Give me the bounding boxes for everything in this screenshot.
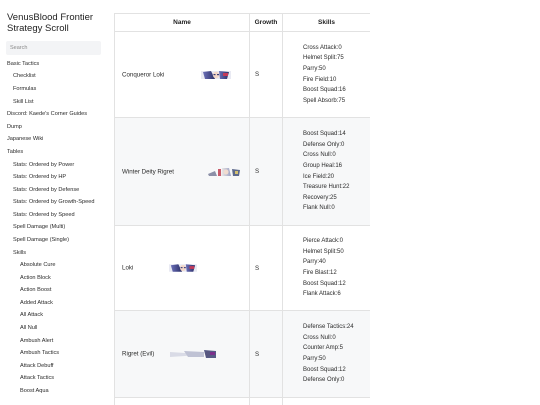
skill-entry: Treasure Hunt:22 <box>303 184 350 191</box>
skill-entry: Boost Squad:12 <box>303 366 346 373</box>
sidebar-item[interactable]: Japanese Wiki <box>0 133 108 146</box>
unit-name-cell: Rigret (Evil) <box>114 310 250 398</box>
skill-entry: Parry:50 <box>303 65 326 72</box>
skills-cell: Boost Squad:14 Defense Only:0 Cross Null:0… <box>282 117 370 226</box>
sidebar: VenusBlood Frontier Strategy Scroll Basi… <box>0 0 108 405</box>
skill-entry: Counter Amp:5 <box>303 345 344 352</box>
skill-entry: Cross Null:0 <box>303 152 336 159</box>
sidebar-item[interactable]: Attack Debuff <box>0 360 108 373</box>
table-row <box>114 397 370 405</box>
skill-entry: Fire Field:10 <box>303 76 337 83</box>
unit-name[interactable]: Conqueror Loki <box>122 71 164 78</box>
sidebar-item[interactable]: Stats: Ordered by Power <box>0 159 108 172</box>
sidebar-item[interactable]: Spell Damage (Single) <box>0 234 108 247</box>
skill-entry: Helmet Split:50 <box>303 248 344 255</box>
table-cell <box>114 397 250 405</box>
sidebar-item[interactable]: Attack Tactics <box>0 372 108 385</box>
sidebar-item[interactable]: All Attack <box>0 310 108 323</box>
sidebar-item[interactable]: Basic Tactics <box>0 58 108 71</box>
sidebar-item[interactable]: Stats: Ordered by HP <box>0 171 108 184</box>
column-header-growth[interactable]: Growth <box>249 13 283 32</box>
growth-cell: S <box>249 225 283 311</box>
skill-entry: Cross Null:0 <box>303 334 336 341</box>
sidebar-item[interactable]: All Null <box>0 322 108 335</box>
skill-entry: Boost Squad:16 <box>303 87 346 94</box>
table-row: Rigret (Evil) S Defense Tactics:24 Cross Nu… <box>114 310 370 398</box>
rigret-evil-sprite <box>170 349 218 359</box>
sidebar-item[interactable]: Absolute Cure <box>0 259 108 272</box>
sidebar-item[interactable]: Action Block <box>0 272 108 285</box>
sidebar-nav: Basic Tactics Checklist Formulas Skill List… <box>0 58 108 398</box>
sidebar-item[interactable]: Spell Damage (Multi) <box>0 222 108 235</box>
unit-name[interactable]: Rigret (Evil) <box>122 351 154 358</box>
winter-deity-rigret-sprite <box>207 167 241 177</box>
skill-entry: Defense Only:0 <box>303 141 345 148</box>
sidebar-item[interactable]: Added Attack <box>0 297 108 310</box>
skill-entry: Cross Attack:0 <box>303 44 342 51</box>
site-title[interactable]: VenusBlood Frontier Strategy Scroll <box>7 12 107 34</box>
unit-name[interactable]: Loki <box>122 265 133 272</box>
sidebar-item[interactable]: Formulas <box>0 83 108 96</box>
sidebar-item[interactable]: Boost Aqua <box>0 385 108 398</box>
skill-entry: Spell Absorb:75 <box>303 97 346 104</box>
table-body: Conqueror Loki S Cross Attack:0 Helmet Spli… <box>114 31 370 405</box>
sidebar-item[interactable]: Stats: Ordered by Growth-Speed <box>0 196 108 209</box>
skill-entry: Pierce Attack:0 <box>303 238 344 245</box>
skills-cell: Cross Attack:0 Helmet Split:75 Parry:50 Fir… <box>282 31 370 118</box>
column-header-name[interactable]: Name <box>114 13 250 32</box>
sidebar-item[interactable]: Ambush Alert <box>0 335 108 348</box>
growth-cell: S <box>249 310 283 398</box>
skill-entry: Flank Null:0 <box>303 205 335 212</box>
sidebar-item[interactable]: Checklist <box>0 71 108 84</box>
skills-cell: Defense Tactics:24 Cross Null:0 Counter Am… <box>282 310 370 398</box>
sidebar-item[interactable]: Stats: Ordered by Defense <box>0 184 108 197</box>
column-header-skills[interactable]: Skills <box>282 13 370 32</box>
skill-entry: Defense Only:0 <box>303 377 345 384</box>
sidebar-item[interactable]: Stats: Ordered by Speed <box>0 209 108 222</box>
sidebar-item[interactable]: Skills <box>0 247 108 260</box>
sidebar-item[interactable]: Tables <box>0 146 108 159</box>
unit-name-cell: Conqueror Loki <box>114 31 250 118</box>
skill-entry: Fire Blast:12 <box>303 270 337 276</box>
skill-entry: Flank Attack:6 <box>303 291 341 298</box>
skills-cell: Pierce Attack:0 Helmet Split:50 Parry:40 Fi… <box>282 225 370 311</box>
skill-entry: Parry:40 <box>303 259 326 266</box>
sidebar-item[interactable]: Action Boost <box>0 284 108 297</box>
skill-entry: Recovery:25 <box>303 194 337 201</box>
skill-entry: Boost Squad:14 <box>303 131 346 138</box>
skill-entry: Ice Field:20 <box>303 173 335 180</box>
skill-entry: Parry:50 <box>303 356 326 362</box>
skill-entry: Helmet Split:75 <box>303 55 344 62</box>
loki-sprite <box>169 263 197 273</box>
skill-entry: Defense Tactics:24 <box>303 324 354 331</box>
sidebar-item[interactable]: Dump <box>0 121 108 134</box>
sidebar-item[interactable]: Skill List <box>0 96 108 109</box>
table-row: Conqueror Loki S Cross Attack:0 Helmet Spli… <box>114 31 370 118</box>
unit-name-cell: Winter Deity Rigret <box>114 117 250 226</box>
skills-table: Name Growth Skills Conqueror Loki S Cross … <box>114 13 370 405</box>
sidebar-item[interactable]: Ambush Tactics <box>0 347 108 360</box>
unit-name[interactable]: Winter Deity Rigret <box>122 168 174 175</box>
growth-cell: S <box>249 117 283 226</box>
table-cell <box>282 397 370 405</box>
skill-entry: Boost Squad:12 <box>303 280 346 287</box>
sidebar-item[interactable]: Discord: Kaede's Corner Guides <box>0 108 108 121</box>
table-row: Winter Deity Rigret S Boost Squad:14 Defens… <box>114 117 370 226</box>
main-content: Name Growth Skills Conqueror Loki S Cross … <box>114 13 370 405</box>
unit-name-cell: Loki <box>114 225 250 311</box>
conqueror-loki-sprite <box>201 70 231 80</box>
table-header-row: Name Growth Skills <box>114 13 370 32</box>
skill-entry: Group Heal:16 <box>303 162 343 169</box>
search-input[interactable] <box>6 41 101 55</box>
table-row: Loki S Pierce Attack:0 Helmet Split:50 Parry… <box>114 225 370 311</box>
growth-cell: S <box>249 31 283 118</box>
table-cell <box>249 397 283 405</box>
